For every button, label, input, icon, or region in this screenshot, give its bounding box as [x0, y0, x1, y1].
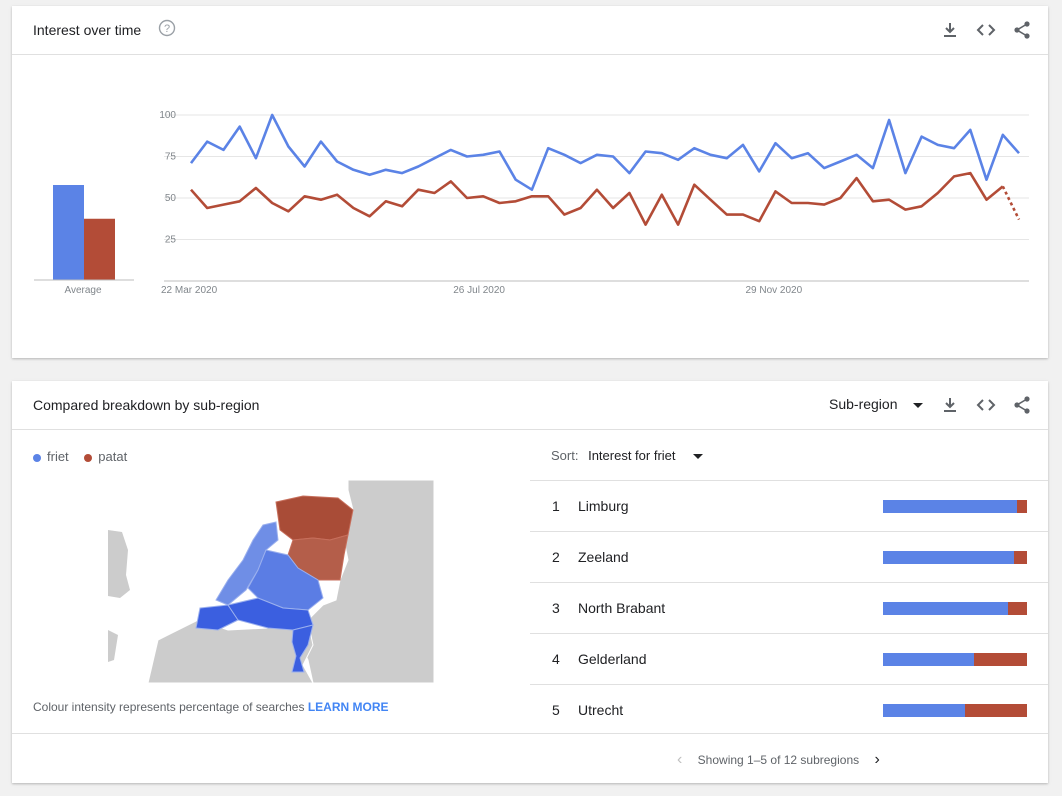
- y-tick-label: 25: [165, 235, 177, 246]
- list-item[interactable]: 2 Zeeland: [530, 532, 1048, 583]
- series-partial-line-patat: [1001, 185, 1021, 221]
- breakdown-card: Compared breakdown by sub-region Sub-reg…: [12, 381, 1048, 783]
- comparison-bar: [883, 653, 1027, 666]
- card-header: Interest over time ?: [12, 6, 1048, 55]
- list-item[interactable]: 3 North Brabant: [530, 583, 1048, 634]
- region-name: Gelderland: [578, 651, 647, 667]
- friet-bar-segment: [883, 653, 974, 666]
- legend: friet patat: [33, 449, 127, 464]
- dropdown-label: Sub-region: [829, 396, 898, 412]
- rank: 1: [552, 498, 560, 514]
- rank: 4: [552, 651, 560, 667]
- comparison-bar: [883, 704, 1027, 717]
- sort-control: Sort: Interest for friet: [551, 448, 704, 463]
- region-name: Zeeland: [578, 549, 629, 565]
- y-tick-label: 100: [159, 110, 176, 121]
- region-name: Limburg: [578, 498, 629, 514]
- help-icon[interactable]: ?: [158, 19, 176, 37]
- patat-bar-segment: [1014, 551, 1027, 564]
- share-icon[interactable]: [1011, 394, 1033, 416]
- svg-text:?: ?: [164, 23, 170, 35]
- patat-bar-segment: [1008, 602, 1027, 615]
- share-icon[interactable]: [1011, 19, 1033, 41]
- legend-item-friet: friet: [33, 449, 69, 464]
- patat-dot-icon: [84, 453, 93, 462]
- rank: 3: [552, 600, 560, 616]
- patat-bar-segment: [973, 653, 1027, 666]
- region-name: North Brabant: [578, 600, 666, 616]
- comparison-bar: [883, 500, 1027, 513]
- pagination-text: Showing 1–5 of 12 subregions: [697, 753, 860, 767]
- friet-bar-segment: [883, 500, 1017, 513]
- card-title: Interest over time: [33, 22, 142, 38]
- friet-bar-segment: [883, 704, 966, 717]
- rank: 2: [552, 549, 560, 565]
- caret-down-icon[interactable]: [693, 454, 704, 460]
- region-name: Utrecht: [578, 702, 624, 718]
- patat-bar-segment: [1016, 500, 1027, 513]
- list-item[interactable]: 5 Utrecht: [530, 685, 1048, 735]
- comparison-bar: [883, 551, 1027, 564]
- card-title: Compared breakdown by sub-region: [33, 397, 260, 413]
- download-icon[interactable]: [939, 394, 961, 416]
- embed-icon[interactable]: [975, 19, 997, 41]
- sort-dropdown[interactable]: Interest for friet: [588, 448, 675, 463]
- sort-label: Sort:: [551, 448, 579, 463]
- series-line-patat: [190, 171, 1004, 226]
- y-tick-label: 50: [165, 193, 177, 204]
- x-tick-label: 26 Jul 2020: [453, 285, 505, 296]
- embed-icon[interactable]: [975, 394, 997, 416]
- netherlands-map: [108, 480, 434, 683]
- x-tick-label: 29 Nov 2020: [745, 285, 802, 296]
- interest-over-time-chart: Average 100 75 50 25 22 Mar 2020 26 Jul 2020 2…: [34, 110, 1029, 296]
- series-line-friet: [189, 113, 1020, 191]
- chevron-left-icon[interactable]: ‹: [677, 751, 682, 768]
- average-bar-patat: [84, 218, 115, 280]
- friet-bar-segment: [883, 602, 1009, 615]
- chevron-right-icon[interactable]: ›: [874, 751, 879, 768]
- average-label: Average: [64, 285, 102, 296]
- patat-bar-segment: [965, 704, 1027, 717]
- subregion-dropdown[interactable]: Sub-region: [829, 396, 924, 412]
- friet-bar-segment: [883, 551, 1015, 564]
- x-tick-label: 22 Mar 2020: [161, 285, 218, 296]
- caret-down-icon: [913, 402, 924, 408]
- footer-divider: [12, 733, 1048, 734]
- legend-item-patat: patat: [84, 449, 127, 464]
- region-groningen-friesland: [275, 495, 354, 541]
- y-tick-label: 75: [165, 152, 177, 163]
- pagination: ‹ Showing 1–5 of 12 subregions ›: [677, 751, 880, 769]
- comparison-bar: [883, 602, 1027, 615]
- list-item[interactable]: 1 Limburg: [530, 481, 1048, 532]
- interest-over-time-card: Interest over time ? Average 100 75 50 25 22…: [12, 6, 1048, 358]
- subregion-list: 1 Limburg 2 Zeeland 3 North Brabant 4 Ge…: [530, 480, 1048, 735]
- download-icon[interactable]: [939, 19, 961, 41]
- list-item[interactable]: 4 Gelderland: [530, 634, 1048, 685]
- average-bar-friet: [53, 185, 84, 280]
- rank: 5: [552, 702, 560, 718]
- card-header: Compared breakdown by sub-region Sub-reg…: [12, 381, 1048, 430]
- map-note: Colour intensity represents percentage o…: [33, 700, 389, 714]
- learn-more-link[interactable]: LEARN MORE: [308, 700, 389, 714]
- friet-dot-icon: [33, 453, 41, 462]
